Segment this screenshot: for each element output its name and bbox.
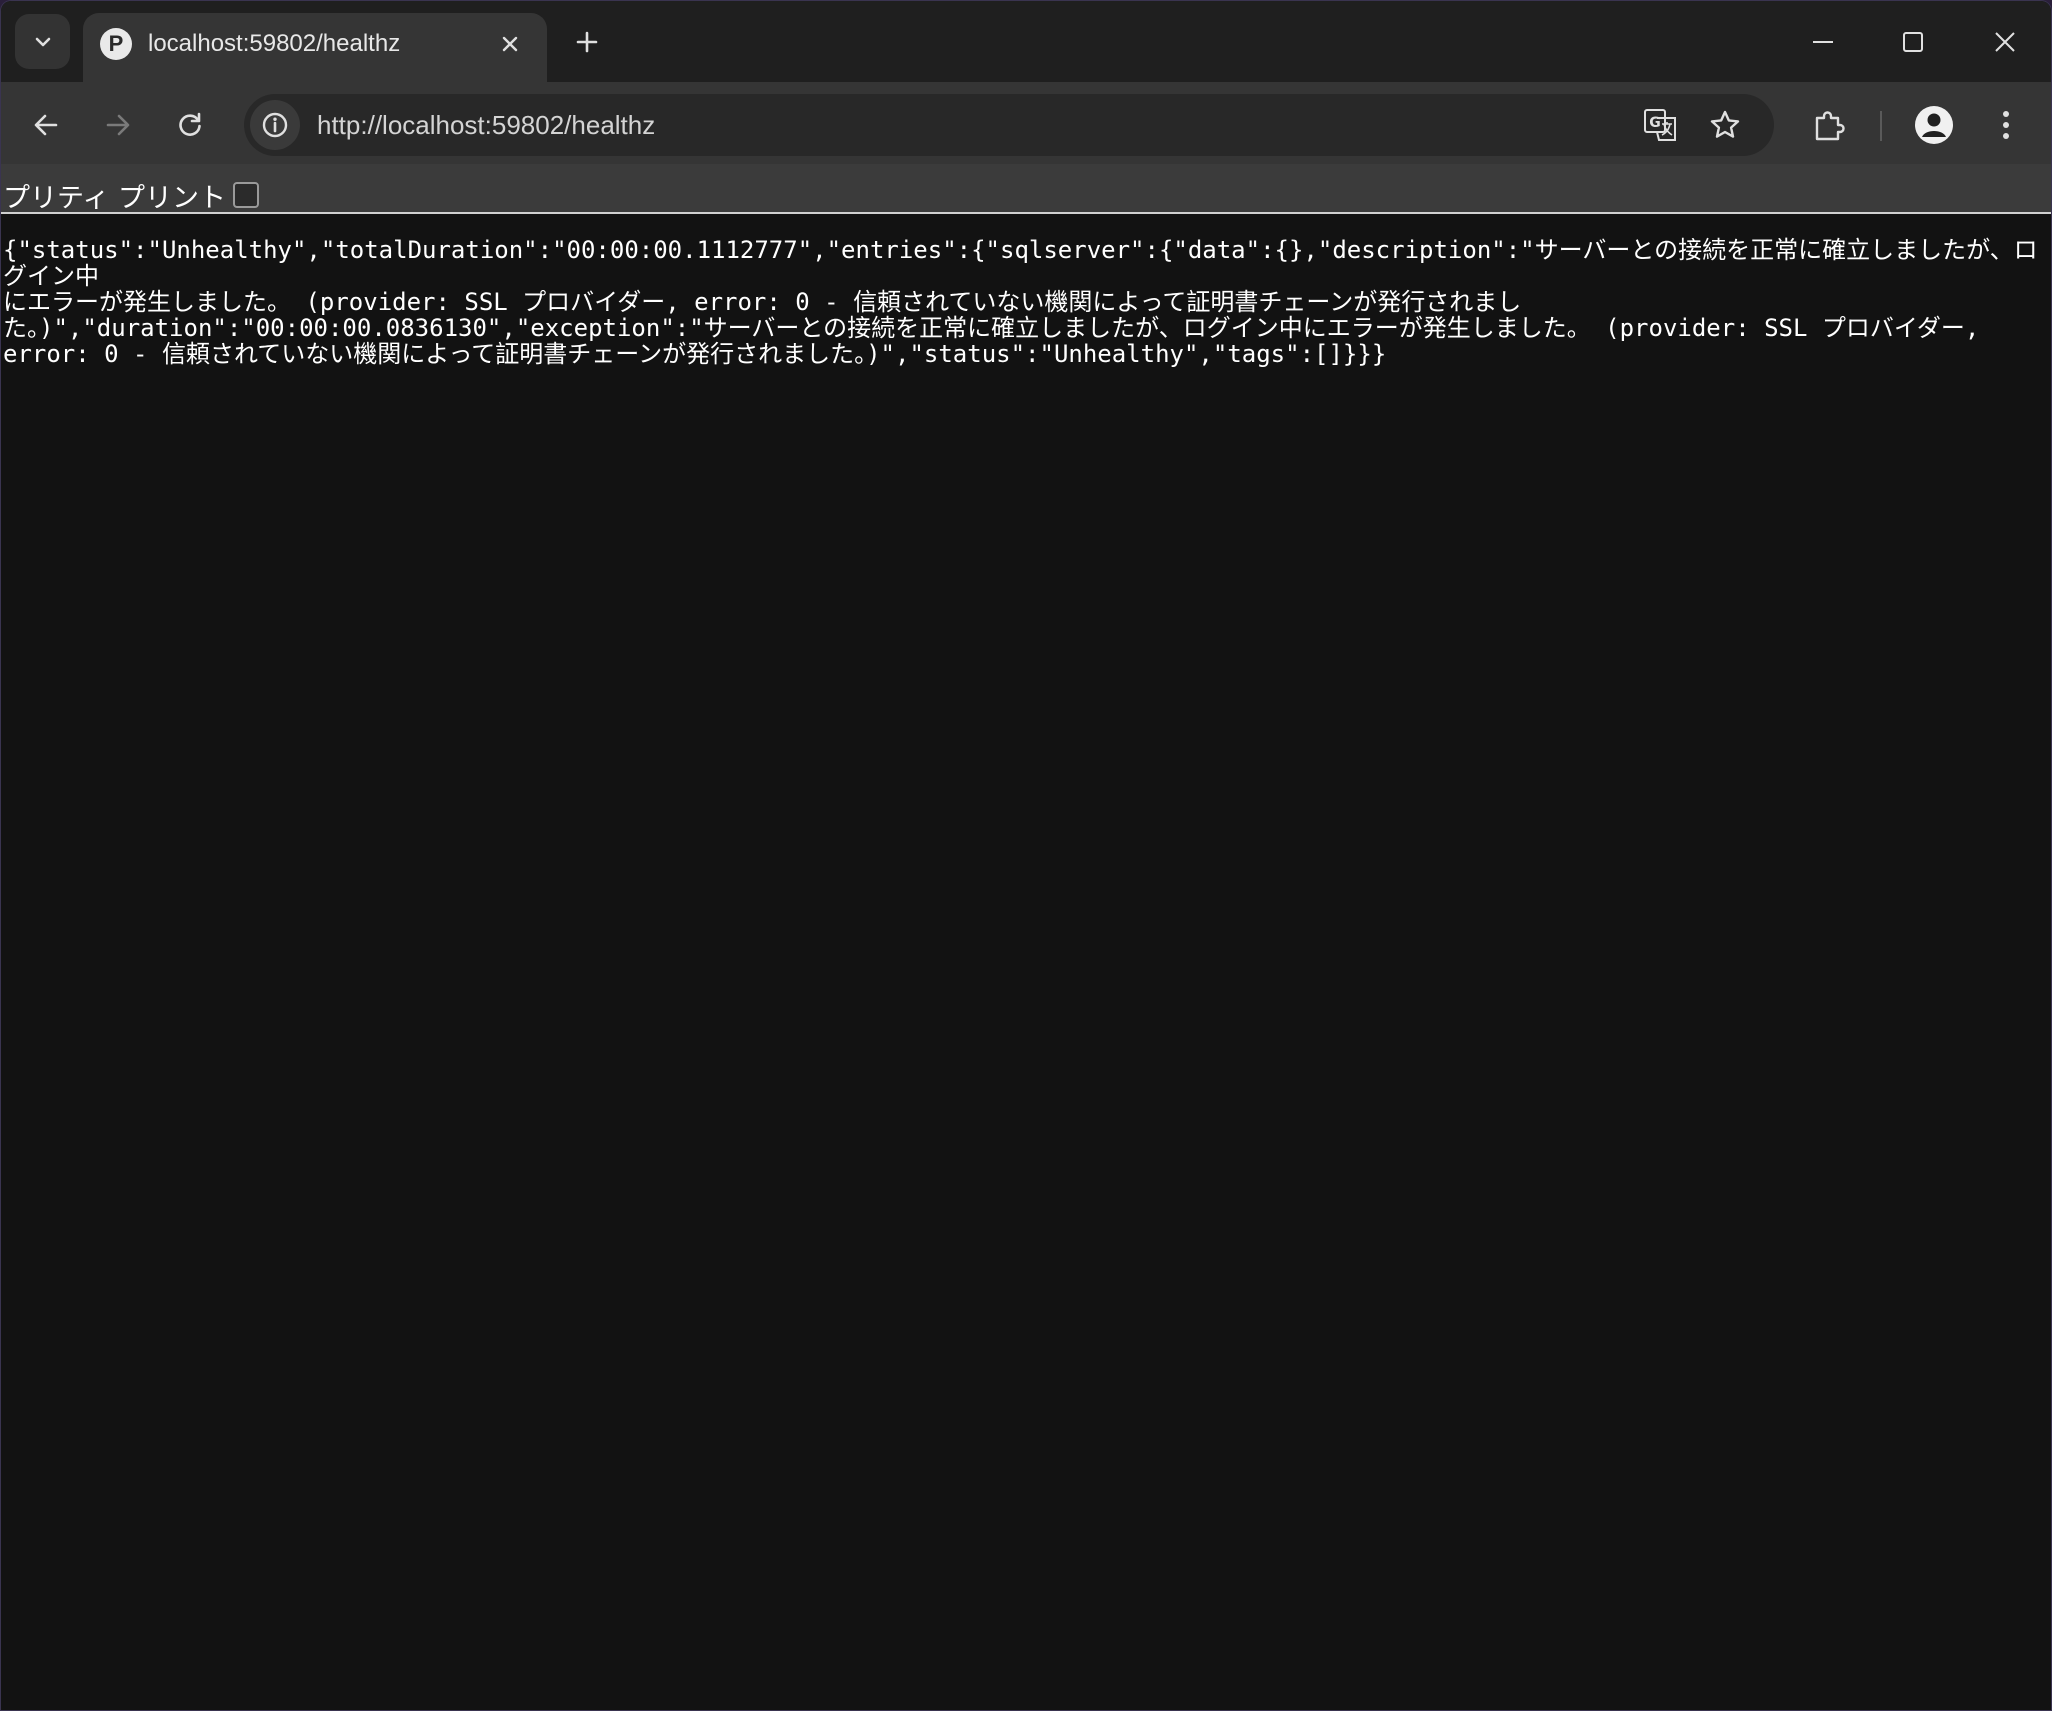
profile-button[interactable]: [1911, 102, 1957, 148]
close-icon: [1993, 30, 2017, 54]
browser-menu-button[interactable]: [1983, 102, 2029, 148]
json-line: {"status":"Unhealthy","totalDuration":"0…: [3, 236, 2038, 290]
translate-icon: G: [1642, 107, 1678, 143]
chevron-down-icon: [32, 31, 54, 53]
toolbar-divider: [1880, 111, 1882, 141]
minimize-button[interactable]: [1793, 17, 1853, 67]
profile-icon: [1914, 105, 1954, 145]
site-info-button[interactable]: [250, 100, 300, 150]
info-icon: [261, 111, 289, 139]
tab-search-button[interactable]: [15, 14, 70, 69]
minimize-icon: [1811, 30, 1835, 54]
json-line: error: 0 - 信頼されていない機関によって証明書チェーンが発行されました…: [3, 340, 1387, 368]
tab-active[interactable]: P localhost:59802/healthz: [83, 13, 547, 83]
new-tab-button[interactable]: [566, 21, 608, 63]
arrow-right-icon: [104, 111, 132, 139]
reload-icon: [176, 111, 204, 139]
back-button[interactable]: [23, 102, 69, 148]
close-icon: [500, 34, 520, 54]
pretty-print-bar: プリティ プリント: [1, 164, 2051, 214]
maximize-button[interactable]: [1883, 17, 1943, 67]
url-text[interactable]: http://localhost:59802/healthz: [317, 110, 655, 141]
pretty-print-checkbox[interactable]: [233, 182, 259, 208]
json-line: にエラーが発生しました。 (provider: SSL プロバイダー, erro…: [3, 288, 1522, 316]
pretty-print-label[interactable]: プリティ プリント: [3, 176, 226, 215]
translate-button[interactable]: G: [1638, 103, 1682, 147]
site-favicon-icon: P: [100, 28, 132, 60]
maximize-icon: [1901, 30, 1925, 54]
tab-title: localhost:59802/healthz: [148, 30, 401, 57]
reload-button[interactable]: [167, 102, 213, 148]
extensions-button[interactable]: [1806, 102, 1852, 148]
browser-toolbar: http://localhost:59802/healthz G: [1, 82, 2051, 164]
more-vert-icon: [2000, 109, 2012, 141]
arrow-left-icon: [32, 111, 60, 139]
json-response-body: {"status":"Unhealthy","totalDuration":"0…: [3, 237, 2043, 367]
star-icon: [1709, 109, 1741, 141]
json-line: た。)","duration":"00:00:00.0836130","exce…: [3, 314, 1980, 342]
forward-button[interactable]: [95, 102, 141, 148]
address-bar[interactable]: http://localhost:59802/healthz G: [244, 94, 1774, 156]
bookmark-button[interactable]: [1703, 103, 1747, 147]
plus-icon: [575, 30, 599, 54]
close-window-button[interactable]: [1975, 17, 2035, 67]
puzzle-icon: [1812, 108, 1846, 142]
tab-strip: P localhost:59802/healthz: [1, 1, 2051, 83]
close-tab-button[interactable]: [493, 27, 527, 61]
browser-window: P localhost:59802/healthz http://localho…: [1, 1, 2051, 1710]
